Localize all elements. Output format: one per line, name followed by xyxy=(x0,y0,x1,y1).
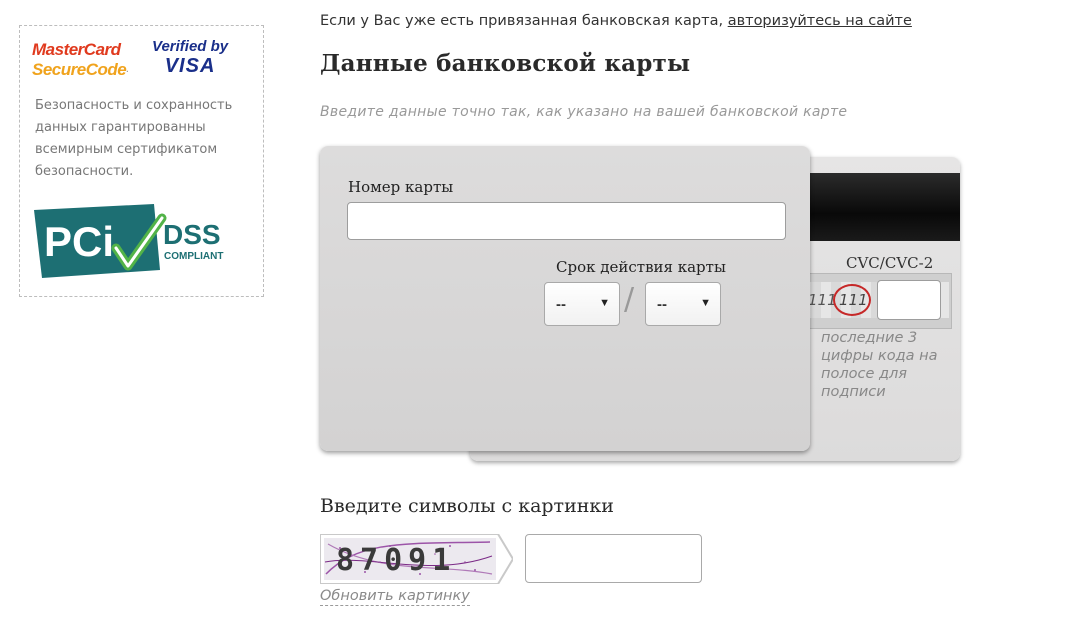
expiry-separator: / xyxy=(624,282,635,317)
cvc-hint: последние 3 цифры кода на полосе для под… xyxy=(821,330,938,400)
security-description: Безопасность и сохранность данных гарант… xyxy=(35,98,233,179)
svg-text:PCi: PCi xyxy=(44,218,114,265)
captcha-input[interactable] xyxy=(525,534,702,583)
expiry-month-select[interactable]: -- ▼ xyxy=(544,282,620,326)
cvc-sample-digits-2: 111 xyxy=(839,291,868,309)
login-link[interactable]: авторизуйтесь на сайте xyxy=(728,13,912,29)
mastercard-logo-line1: MasterCard xyxy=(32,40,121,59)
security-info-box: MasterCard SecureCode. Verified by VISA … xyxy=(19,25,264,297)
chevron-down-icon: ▼ xyxy=(599,297,610,309)
chevron-down-icon: ▼ xyxy=(700,297,711,309)
captcha-refresh-link[interactable]: Обновить картинку xyxy=(320,588,470,606)
captcha-title: Введите символы с картинки xyxy=(320,495,614,517)
captcha-image: 87091 xyxy=(320,534,513,584)
cvc-input[interactable] xyxy=(877,280,941,320)
expiry-label: Срок действия карты xyxy=(556,258,726,276)
mastercard-logo-line2: SecureCode. xyxy=(32,60,128,79)
login-hint: Если у Вас уже есть привязанная банковск… xyxy=(320,13,912,29)
login-hint-text: Если у Вас уже есть привязанная банковск… xyxy=(320,13,728,29)
expiry-year-select[interactable]: -- ▼ xyxy=(645,282,721,326)
mastercard-securecode-logo: MasterCard SecureCode. xyxy=(32,40,128,80)
expiry-month-value: -- xyxy=(556,296,566,313)
page-subtitle: Введите данные точно так, как указано на… xyxy=(320,104,848,120)
svg-text:COMPLIANT: COMPLIANT xyxy=(164,251,223,262)
page-title: Данные банковской карты xyxy=(320,50,691,77)
pci-dss-logo: PCi DSS COMPLIANT xyxy=(34,204,223,278)
verified-by-visa-logo: Verified by VISA xyxy=(152,38,228,76)
card-front: Номер карты Срок действия карты -- ▼ / -… xyxy=(320,146,810,451)
card-number-input[interactable] xyxy=(347,202,786,240)
svg-text:87091: 87091 xyxy=(336,543,456,578)
svg-text:DSS: DSS xyxy=(163,219,221,250)
card-number-label: Номер карты xyxy=(348,178,454,196)
visa-logo-line1: Verified by xyxy=(152,38,229,55)
visa-logo-line2: VISA xyxy=(164,55,216,77)
cvc-label: CVC/CVC-2 xyxy=(846,254,934,272)
expiry-year-value: -- xyxy=(657,296,667,313)
